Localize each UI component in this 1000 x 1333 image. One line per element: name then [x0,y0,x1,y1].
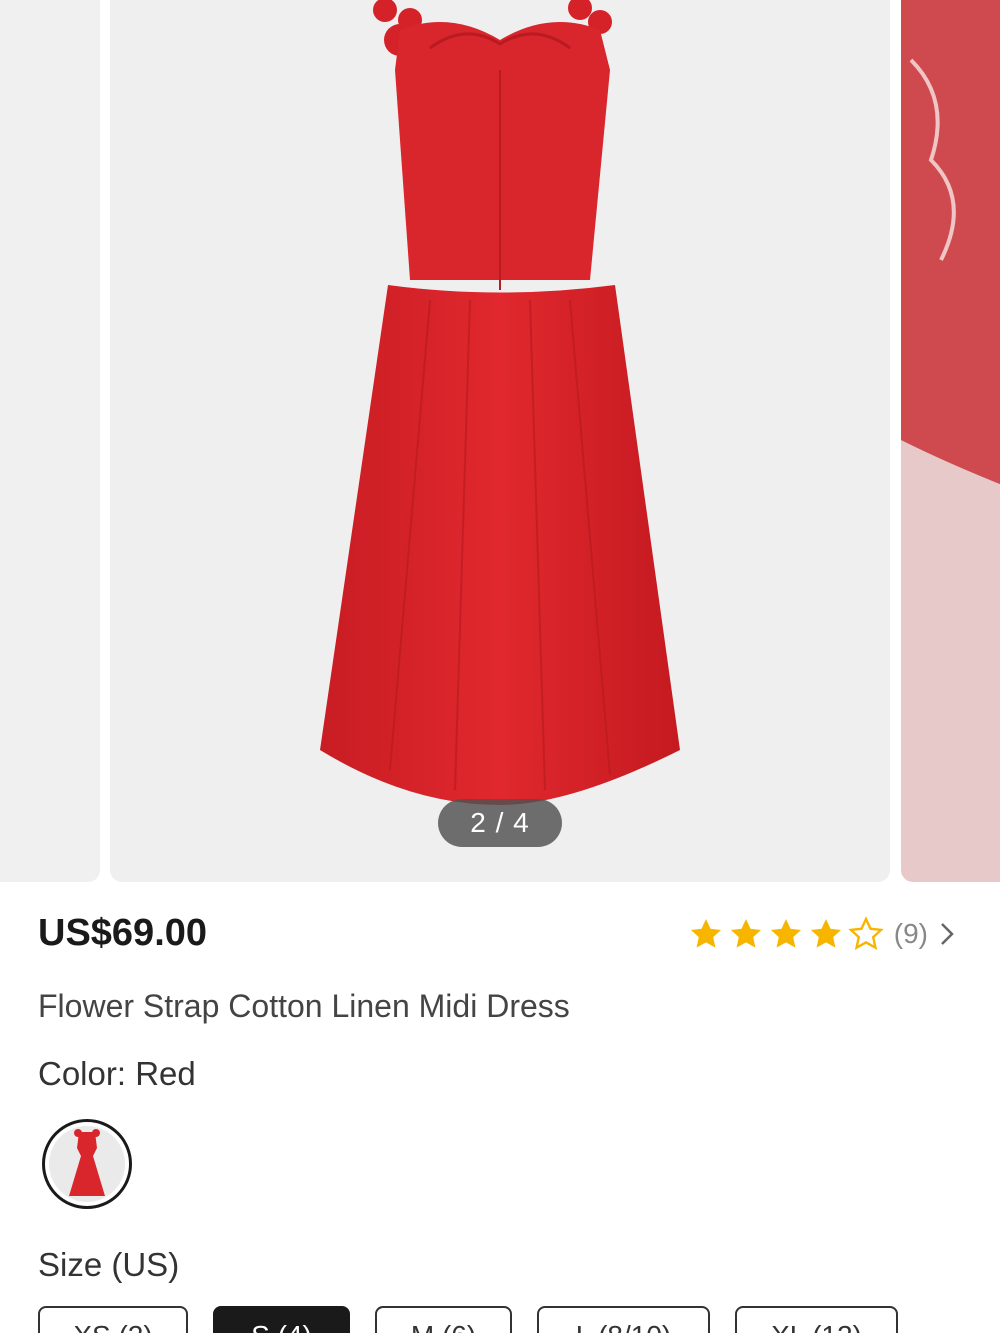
rating-summary[interactable]: (9) [688,912,956,956]
size-option-m[interactable]: M (6) [375,1306,512,1333]
main-product-image[interactable] [110,0,890,882]
color-swatch-red[interactable] [42,1119,132,1209]
color-label: Color: Red [38,1055,196,1092]
star-full-icon [730,919,761,948]
chevron-right-icon[interactable] [938,920,956,948]
size-option-s[interactable]: S (4) [213,1306,350,1333]
review-count[interactable]: (9) [894,918,928,950]
product-price: US$69.00 [38,912,208,954]
next-image-slide[interactable] [901,0,1000,882]
product-title: Flower Strap Cotton Linen Midi Dress [38,988,570,1024]
size-label: Size (US) [38,1246,180,1283]
product-image-gallery[interactable]: 2 / 4 [0,0,1000,882]
previous-image-slide[interactable] [0,0,100,882]
star-full-icon [810,919,841,948]
star-outline-icon [848,916,884,950]
size-option-l[interactable]: L (8/10) [537,1306,710,1333]
star-full-icon [690,919,721,948]
size-option-xl[interactable]: XL (12) [735,1306,898,1333]
image-counter: 2 / 4 [438,799,562,847]
star-full-icon [770,919,801,948]
size-option-xs[interactable]: XS (2) [38,1306,188,1333]
